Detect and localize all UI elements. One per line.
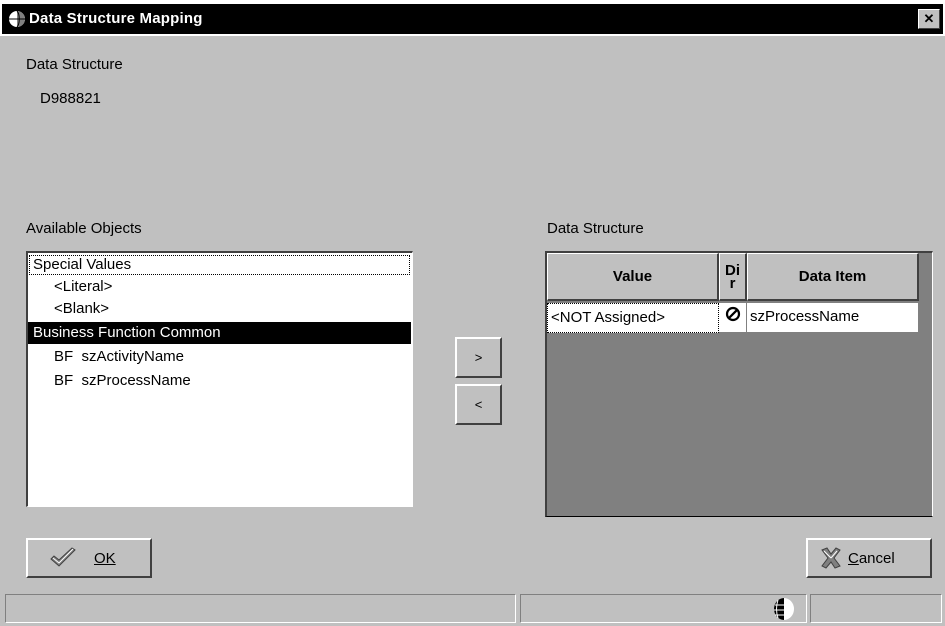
- status-pane-right: [810, 594, 942, 623]
- column-header-value-label: Value: [612, 268, 653, 285]
- checkmark-icon: [48, 546, 78, 570]
- available-objects-label: Available Objects: [26, 220, 142, 237]
- x-cross-icon: [818, 546, 844, 570]
- list-item-literal[interactable]: <Literal>: [28, 276, 411, 298]
- data-structure-label: Data Structure: [26, 56, 123, 73]
- data-structure-grid-label: Data Structure: [547, 220, 644, 237]
- list-item-special-values[interactable]: Special Values: [28, 254, 411, 276]
- available-objects-list[interactable]: Special Values <Literal> <Blank> Busines…: [26, 251, 413, 507]
- status-pane-secondary: [520, 594, 807, 623]
- column-header-dir[interactable]: Di r: [719, 253, 747, 301]
- cancel-button-label: Cancel: [848, 549, 895, 567]
- column-header-dir-label: Di r: [725, 262, 740, 292]
- title-bar: Data Structure Mapping ✕: [0, 0, 945, 36]
- column-header-data-item[interactable]: Data Item: [747, 253, 919, 301]
- data-structure-grid[interactable]: Value Di r Data Item <NOT Assigned> szPr…: [545, 251, 933, 517]
- list-item-blank[interactable]: <Blank>: [28, 298, 411, 320]
- globe-icon: [8, 10, 26, 28]
- status-bar: [0, 591, 945, 625]
- close-button[interactable]: ✕: [918, 9, 940, 29]
- cancel-button[interactable]: Cancel: [806, 538, 932, 578]
- table-cell-dir[interactable]: [719, 303, 747, 333]
- window-title: Data Structure Mapping: [29, 10, 203, 27]
- table-cell-value[interactable]: <NOT Assigned>: [547, 303, 719, 333]
- table-cell-data-item[interactable]: szProcessName: [747, 303, 919, 333]
- list-item-sz-activity-name[interactable]: BF szActivityName: [28, 346, 411, 368]
- add-mapping-label: >: [474, 350, 483, 365]
- column-header-value[interactable]: Value: [547, 253, 719, 301]
- ok-button[interactable]: OK: [26, 538, 152, 578]
- list-item-sz-process-name[interactable]: BF szProcessName: [28, 370, 411, 392]
- column-header-data-item-label: Data Item: [798, 268, 867, 285]
- grid-right-gutter: [919, 253, 932, 515]
- close-icon: ✕: [923, 11, 935, 26]
- list-item-business-function-common[interactable]: Business Function Common: [28, 322, 411, 344]
- status-pane-main: [5, 594, 516, 623]
- remove-mapping-button[interactable]: <: [455, 384, 502, 425]
- remove-mapping-label: <: [474, 397, 483, 412]
- not-allowed-icon: [725, 304, 741, 332]
- ok-button-label: OK: [94, 549, 116, 567]
- title-bar-fill: Data Structure Mapping ✕: [2, 4, 943, 34]
- data-structure-value: D988821: [40, 90, 101, 107]
- add-mapping-button[interactable]: >: [455, 337, 502, 378]
- globe-icon: [770, 596, 798, 622]
